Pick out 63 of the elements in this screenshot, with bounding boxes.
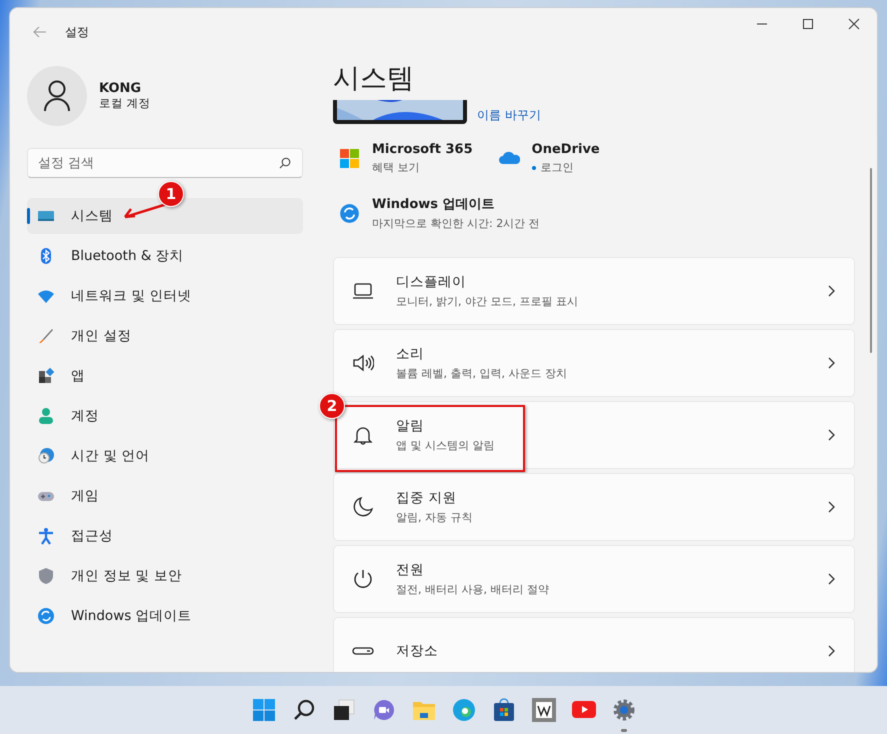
accessibility-icon [37,527,55,545]
settings-card[interactable]: 디스플레이 모니터, 밝기, 야간 모드, 프로필 표시 [333,257,855,325]
card-subtitle: 모니터, 밝기, 야간 모드, 프로필 표시 [396,294,579,309]
sidebar-item[interactable]: 접근성 [27,518,303,554]
card-title: 집중 지원 [396,489,458,507]
sidebar-item[interactable]: 앱 [27,358,303,394]
card-subtitle: 볼륨 레벨, 출력, 입력, 사운드 장치 [396,366,568,381]
sound-icon [352,352,374,374]
card-title: 전원 [396,561,425,579]
sidebar-item[interactable]: 개인 설정 [27,318,303,354]
settings-icon[interactable] [612,698,636,732]
accounts-icon [37,407,55,425]
tile-subtitle: 마지막으로 확인한 시간: 2시간 전 [372,216,540,231]
page-title: 시스템 [333,62,415,96]
apps-icon [37,367,55,385]
step-badge: 1 [158,181,184,207]
power-icon [352,568,374,590]
step-badge: 2 [319,393,345,419]
card-title: 저장소 [396,642,439,660]
search-field[interactable]: 설정 검색 [27,148,303,178]
account-name: KONG [99,81,142,96]
chevron-icon [826,644,836,658]
tile-title[interactable]: Windows 업데이트 [372,195,540,213]
rename-link[interactable]: 이름 바꾸기 [477,107,541,124]
sidebar-item[interactable]: 시스템 [27,198,303,234]
chevron-icon [826,500,836,514]
personalize-icon [37,327,55,345]
microsoft365-icon[interactable] [339,148,360,169]
update-icon [37,607,55,625]
sidebar-item[interactable]: 개인 정보 및 보안 [27,558,303,594]
window-title: 설정 [65,24,89,40]
sidebar-item[interactable]: 시간 및 언어 [27,438,303,474]
sidebar-item[interactable]: Bluetooth & 장치 [27,238,303,274]
settings-card[interactable]: 소리 볼륨 레벨, 출력, 입력, 사운드 장치 [333,329,855,397]
tile-subtitle: 혜택 보기 [372,160,420,175]
sidebar-item[interactable]: 게임 [27,478,303,514]
card-subtitle: 알림, 자동 규칙 [396,510,474,525]
card-title: 알림 [396,417,425,435]
privacy-icon [37,567,55,585]
sidebar-item[interactable]: 계정 [27,398,303,434]
sidebar-item[interactable]: Windows 업데이트 [27,598,303,634]
time-icon [37,447,55,465]
card-title: 디스플레이 [396,273,467,291]
tile-title[interactable]: OneDrive [532,142,600,157]
card-subtitle: 절전, 배터리 사용, 배터리 절약 [396,582,550,597]
focus-icon [352,496,374,518]
settings-card[interactable]: 저장소 [333,617,855,672]
tile-title[interactable]: Microsoft 365 [372,142,473,157]
chevron-icon [826,572,836,586]
chevron-icon [826,284,836,298]
back-button[interactable] [33,26,47,38]
account-type: 로컬 계정 [99,96,151,111]
tile-subtitle: 로그인 [540,160,574,175]
chevron-icon [826,356,836,370]
scrollbar[interactable] [870,168,872,353]
chevron-icon [826,428,836,442]
card-title: 소리 [396,345,425,363]
settings-card[interactable]: 전원 절전, 배터리 사용, 배터리 절약 [333,545,855,613]
update-icon[interactable] [339,202,360,224]
sidebar-item[interactable]: 네트워크 및 인터넷 [27,278,303,314]
settings-card[interactable]: 집중 지원 알림, 자동 규칙 [333,473,855,541]
card-subtitle: 앱 및 시스템의 알림 [396,438,496,453]
search-icon [279,157,291,169]
